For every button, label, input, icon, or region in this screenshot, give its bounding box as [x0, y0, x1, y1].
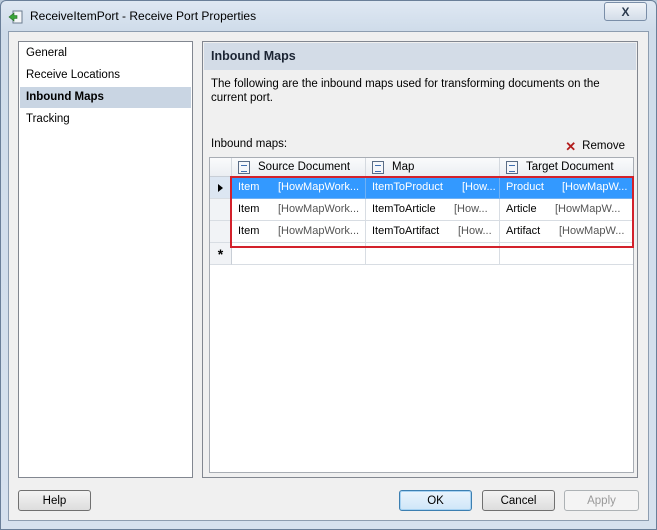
inbound-maps-grid[interactable]: Source Document Map Target Document Item…	[209, 157, 634, 473]
map-icon	[372, 160, 384, 174]
cell-text: Article	[506, 203, 537, 215]
dialog-window: ReceiveItemPort - Receive Port Propertie…	[0, 0, 657, 530]
section-description: The following are the inbound maps used …	[211, 78, 600, 104]
target-document-cell[interactable]: Product [HowMapW...	[500, 177, 633, 199]
receive-port-icon	[8, 10, 23, 24]
map-cell[interactable]: ItemToArticle [How...	[366, 199, 500, 221]
apply-button[interactable]: Apply	[564, 490, 639, 511]
delete-icon: ✕	[565, 138, 577, 154]
nav-item-inbound-maps[interactable]: Inbound Maps	[20, 87, 191, 108]
cell-assembly: [How...	[458, 225, 492, 237]
row-selector[interactable]	[210, 177, 232, 199]
close-icon: X	[621, 4, 630, 19]
nav-item-general[interactable]: General	[20, 43, 191, 64]
new-row-selector[interactable]: *	[210, 243, 232, 265]
cell-assembly: [How...	[462, 181, 496, 193]
grid-label: Inbound maps:	[211, 138, 288, 150]
cell-text: Item	[238, 181, 260, 193]
target-document-cell[interactable]: Artifact [HowMapW...	[500, 221, 633, 243]
cell-text: Item	[238, 203, 260, 215]
column-header-label: Map	[392, 161, 415, 173]
nav-item-tracking[interactable]: Tracking	[20, 109, 191, 130]
map-cell[interactable]: ItemToProduct [How...	[366, 177, 500, 199]
map-cell[interactable]	[366, 243, 500, 265]
cell-text: ItemToArtifact	[372, 225, 440, 237]
window-title: ReceiveItemPort - Receive Port Propertie…	[30, 9, 257, 23]
remove-label: Remove	[582, 140, 625, 152]
cell-assembly: [HowMapWork...	[278, 225, 360, 237]
remove-button[interactable]: ✕ Remove	[565, 138, 625, 154]
page-navigation: General Receive Locations Inbound Maps T…	[18, 41, 193, 478]
cell-assembly: [HowMapW...	[559, 225, 625, 237]
column-header-label: Target Document	[526, 161, 614, 173]
help-button[interactable]: Help	[18, 490, 91, 511]
target-document-cell[interactable]: Article [HowMapW...	[500, 199, 633, 221]
source-document-cell[interactable]: Item [HowMapWork...	[232, 177, 366, 199]
title-bar: ReceiveItemPort - Receive Port Propertie…	[1, 1, 656, 32]
cell-assembly: [HowMapWork...	[278, 203, 360, 215]
cell-assembly: [HowMapW...	[555, 203, 621, 215]
section-header: Inbound Maps	[204, 43, 636, 70]
cell-text: Product	[506, 181, 544, 193]
close-button[interactable]: X	[604, 2, 647, 21]
cell-assembly: [How...	[454, 203, 488, 215]
grid-corner-header	[210, 158, 232, 177]
schema-icon	[506, 160, 518, 174]
nav-item-receive-locations[interactable]: Receive Locations	[20, 65, 191, 86]
source-document-cell[interactable]	[232, 243, 366, 265]
schema-icon	[238, 160, 250, 174]
inbound-maps-panel: Inbound Maps The following are the inbou…	[202, 41, 638, 478]
cancel-button[interactable]: Cancel	[482, 490, 555, 511]
dialog-client-area: General Receive Locations Inbound Maps T…	[8, 31, 649, 521]
source-document-cell[interactable]: Item [HowMapWork...	[232, 199, 366, 221]
cell-assembly: [HowMapW...	[562, 181, 628, 193]
column-header-target-document[interactable]: Target Document	[500, 158, 633, 177]
ok-button[interactable]: OK	[399, 490, 472, 511]
cell-text: ItemToProduct	[372, 181, 443, 193]
new-row-asterisk-icon: *	[217, 245, 224, 262]
cell-text: ItemToArticle	[372, 203, 436, 215]
cell-text: Item	[238, 225, 260, 237]
source-document-cell[interactable]: Item [HowMapWork...	[232, 221, 366, 243]
current-row-arrow-icon	[218, 183, 223, 192]
target-document-cell[interactable]	[500, 243, 633, 265]
column-header-source-document[interactable]: Source Document	[232, 158, 366, 177]
map-cell[interactable]: ItemToArtifact [How...	[366, 221, 500, 243]
cell-assembly: [HowMapWork...	[278, 181, 360, 193]
row-selector[interactable]	[210, 221, 232, 243]
cell-text: Artifact	[506, 225, 541, 237]
row-selector[interactable]	[210, 199, 232, 221]
column-header-map[interactable]: Map	[366, 158, 500, 177]
column-header-label: Source Document	[258, 161, 351, 173]
